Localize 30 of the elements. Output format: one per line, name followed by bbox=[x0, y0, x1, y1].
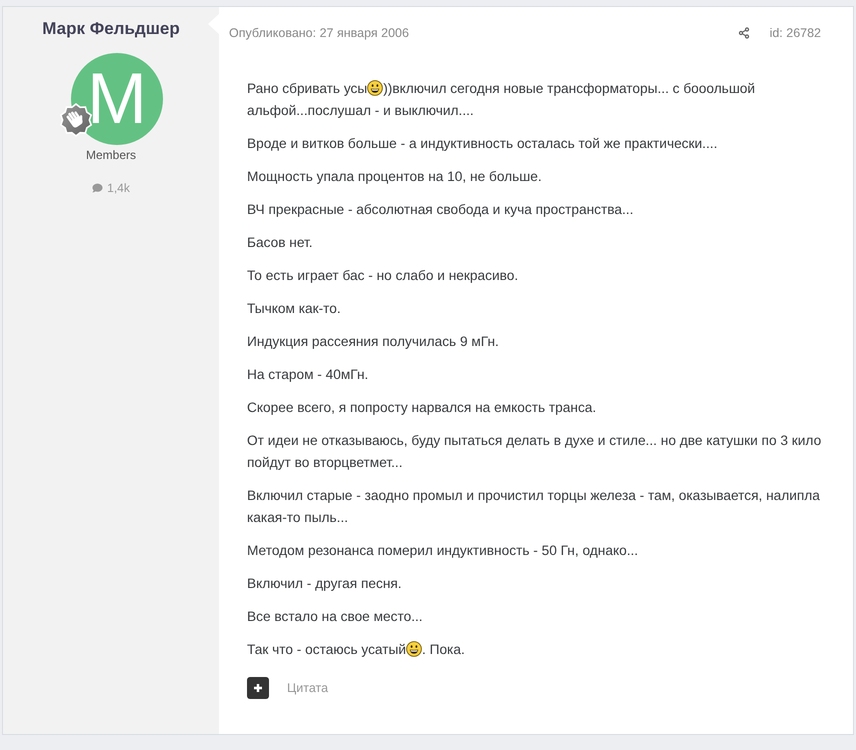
paragraph: Индукция рассеяния получилась 9 мГн. bbox=[247, 333, 499, 351]
paragraph: Так что - остаюсь усатый . Пока. bbox=[247, 640, 465, 659]
paragraph: Вроде и витков больше - а индуктивность осталась той же практически.... bbox=[247, 135, 718, 153]
share-icon[interactable] bbox=[738, 27, 750, 39]
post-id: id: 26782 bbox=[770, 25, 821, 41]
paragraph: ВЧ прекрасные - абсолютная свобода и куча пространства... bbox=[247, 201, 634, 219]
smiley-icon bbox=[367, 80, 384, 96]
rank-badge-icon bbox=[59, 103, 93, 137]
author-name[interactable]: Марк Фельдшер bbox=[42, 18, 180, 40]
paragraph: На старом - 40мГн. bbox=[247, 366, 368, 384]
paragraph: Тычком как-то. bbox=[247, 300, 341, 318]
paragraph: Включил - другая песня. bbox=[247, 575, 402, 593]
post-count: 1,4k bbox=[107, 180, 130, 196]
member-group: Members bbox=[86, 147, 136, 163]
paragraph: Скорее всего, я попросту нарвался на емкость транса. bbox=[247, 399, 596, 417]
paragraph: То есть играет бас - но слабо и некрасиво. bbox=[247, 267, 518, 285]
paragraph: Басов нет. bbox=[247, 234, 313, 252]
comment-icon bbox=[92, 183, 104, 193]
quote-label[interactable]: Цитата bbox=[287, 678, 328, 698]
paragraph: Включил старые - заодно промыл и прочистил торцы железа - там, оказывается, налипла какая-то пыль... bbox=[247, 487, 821, 527]
quote-button[interactable] bbox=[247, 677, 269, 699]
paragraph: Мощность упала процентов на 10, не больше. bbox=[247, 168, 542, 186]
paragraph: Рано сбривать усы ))включил сегодня новые трансформаторы... с бооольшой альфой...послушал - и выключил.... bbox=[247, 79, 756, 120]
smiley-icon bbox=[406, 641, 422, 657]
paragraph: От идеи не отказываюсь, буду пытаться делать в духе и стиле... но две катушки по 3 кило пойдут во вторцветмет... bbox=[247, 432, 822, 472]
user-avatar[interactable]: M bbox=[71, 53, 163, 145]
published-date: Опубликовано: 27 января 2006 bbox=[229, 25, 409, 41]
paragraph: Методом резонанса померил индуктивность - 50 Гн, однако... bbox=[247, 542, 638, 560]
paragraph: Все встало на свое место... bbox=[247, 608, 423, 626]
plus-icon bbox=[253, 683, 263, 693]
